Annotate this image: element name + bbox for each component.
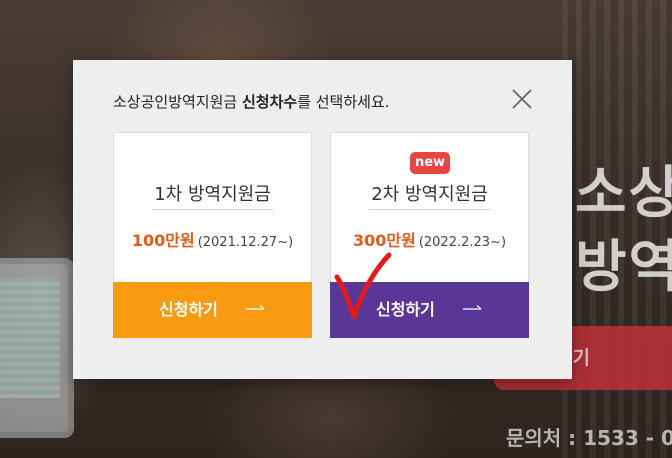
new-badge: new xyxy=(410,152,450,174)
round2-title: 2차 방역지원금 xyxy=(331,180,528,210)
modal-title: 소상공인방역지원금 신청차수를 선택하세요. xyxy=(113,91,390,112)
round2-amount: 300만원 xyxy=(352,231,416,250)
round1-card: 1차 방역지원금 100만원 (2021.12.27~) 신청하기 xyxy=(113,132,312,338)
round1-apply-label: 신청하기 xyxy=(159,300,218,319)
round-select-modal: 소상공인방역지원금 신청차수를 선택하세요. 1차 방역지원금 100만원 (20… xyxy=(73,60,572,379)
round2-amount-row: 300만원 (2022.2.23~) xyxy=(331,227,528,251)
round1-amount-row: 100만원 (2021.12.27~) xyxy=(114,227,311,251)
background-heading-line2: 방역 xyxy=(575,235,672,300)
round1-title: 1차 방역지원금 xyxy=(114,180,311,210)
close-button[interactable] xyxy=(510,87,534,111)
round1-apply-button[interactable]: 신청하기 xyxy=(113,282,312,338)
close-icon xyxy=(512,89,532,109)
background-terminal-screen xyxy=(0,278,60,398)
background-heading-line1: 소상 xyxy=(575,161,672,226)
arrow-right-icon xyxy=(463,305,482,310)
round2-card: new 2차 방역지원금 300만원 (2022.2.23~) 신청하기 xyxy=(330,132,529,338)
arrow-right-icon xyxy=(246,305,265,310)
round2-apply-button[interactable]: 신청하기 xyxy=(330,282,529,338)
modal-title-suffix: 를 선택하세요. xyxy=(297,93,390,111)
round1-amount: 100만원 xyxy=(131,231,195,250)
background-contact-text: 문의처 : 1533 - 0 xyxy=(506,426,672,450)
round2-apply-label: 신청하기 xyxy=(376,300,435,319)
round2-date: (2022.2.23~) xyxy=(418,235,507,250)
round1-date: (2021.12.27~) xyxy=(197,235,294,250)
modal-title-prefix: 소상공인방역지원금 xyxy=(113,93,242,111)
modal-title-bold: 신청차수 xyxy=(241,93,298,111)
